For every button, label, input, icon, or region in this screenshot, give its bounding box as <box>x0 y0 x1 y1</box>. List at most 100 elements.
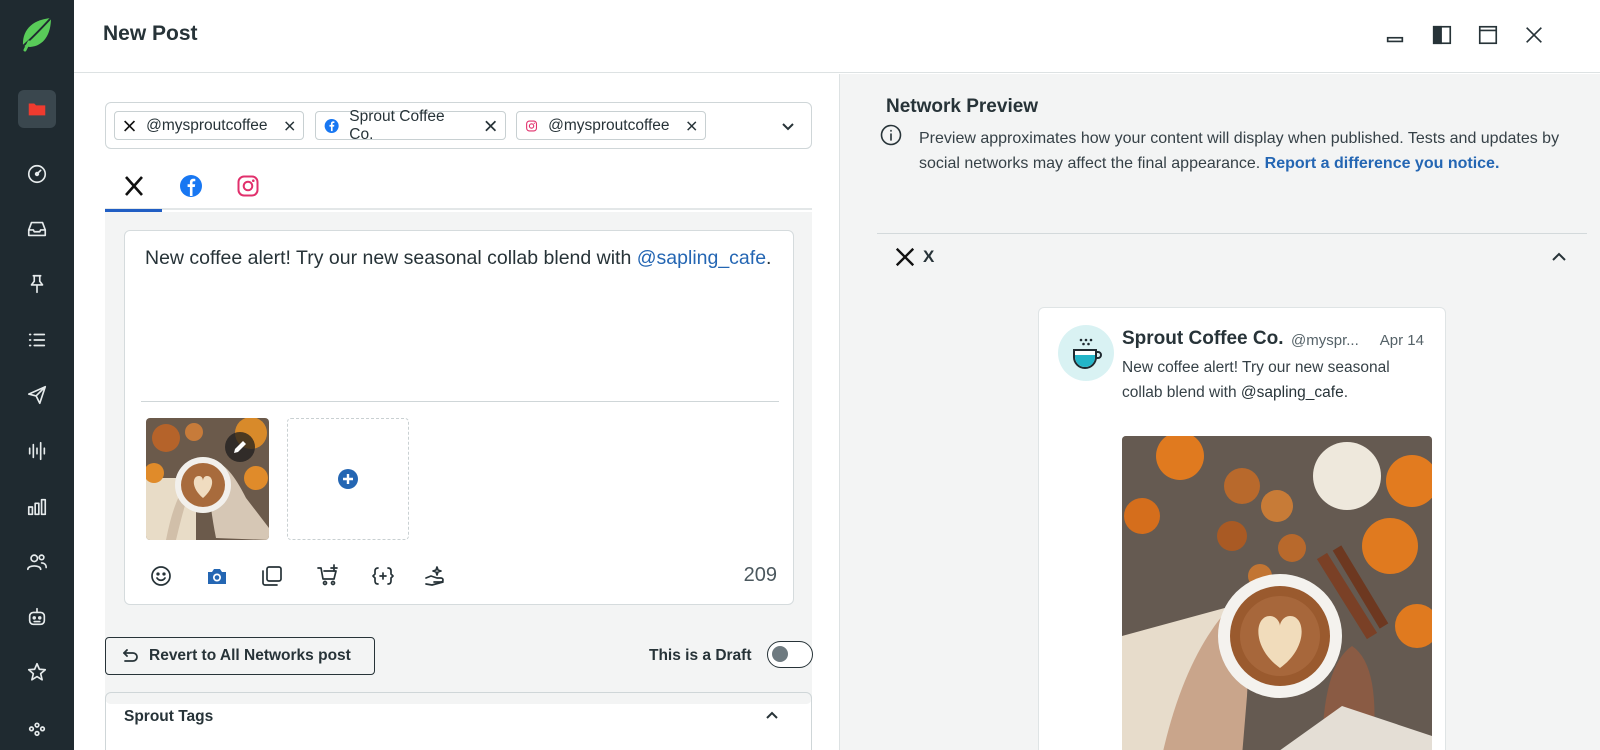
people-icon <box>27 554 47 571</box>
network-preview-pane: Network Preview Preview approximates how… <box>839 74 1600 750</box>
toggle-knob <box>772 646 788 662</box>
close-icon <box>1526 27 1542 43</box>
facebook-logo-icon <box>179 175 202 197</box>
sidebar-item-automation[interactable] <box>18 598 56 636</box>
bot-icon <box>28 607 46 626</box>
plus-circle-icon <box>338 469 358 489</box>
profile-chip-x[interactable]: @mysproutcoffee <box>114 111 304 140</box>
profile-chip-label: Sprout Coffee Co. <box>349 107 445 143</box>
profile-chip-instagram[interactable]: @mysproutcoffee <box>516 111 706 140</box>
instagram-logo-icon <box>526 120 538 131</box>
pin-icon <box>30 274 44 294</box>
post-text-end: . <box>766 247 772 269</box>
bar-chart-icon <box>27 498 47 516</box>
maximize-button[interactable] <box>1475 22 1501 48</box>
remove-icon[interactable] <box>484 119 497 133</box>
sidebar-item-reviews[interactable] <box>18 653 56 691</box>
profile-chip-label: @mysproutcoffee <box>548 116 670 134</box>
x-logo-icon <box>124 120 136 131</box>
divider <box>141 401 779 402</box>
sprout-logo[interactable] <box>20 16 54 54</box>
media-thumbnail[interactable] <box>146 418 269 540</box>
draft-label: This is a Draft <box>649 647 752 664</box>
sidebar-item-publish[interactable] <box>18 376 56 414</box>
pencil-icon <box>234 441 246 453</box>
post-text[interactable]: New coffee alert! Try our new seasonal c… <box>145 247 771 270</box>
sidebar-item-dashboard[interactable] <box>18 155 56 193</box>
preview-description: Preview approximates how your content wi… <box>919 127 1589 176</box>
add-photo-button[interactable] <box>205 564 229 588</box>
minimize-button[interactable] <box>1382 22 1408 48</box>
smiley-icon <box>151 566 171 586</box>
ai-assist-button[interactable] <box>423 564 447 588</box>
latte-photo <box>1122 436 1432 750</box>
minimize-icon <box>1386 36 1404 43</box>
chevron-up-icon[interactable] <box>1549 247 1569 267</box>
editor-container: New coffee alert! Try our new seasonal c… <box>105 212 812 704</box>
chevron-down-icon[interactable] <box>779 117 797 135</box>
network-name: X <box>923 247 935 266</box>
tweet-preview-card: Sprout Coffee Co. @myspr... Apr 14 New c… <box>1038 307 1446 750</box>
product-tag-button[interactable] <box>316 564 340 588</box>
x-logo-icon <box>124 176 143 196</box>
tweet-author-name: Sprout Coffee Co. <box>1122 328 1284 349</box>
x-preview-header[interactable]: X <box>877 233 1587 281</box>
sidebar-item-apps[interactable] <box>18 708 56 746</box>
report-difference-link[interactable]: Report a difference you notice. <box>1265 155 1500 172</box>
post-text-body: New coffee alert! Try our new seasonal c… <box>145 247 637 269</box>
emoji-button[interactable] <box>149 564 173 588</box>
hand-sparkle-icon <box>425 566 444 586</box>
chevron-up-icon[interactable] <box>763 707 781 725</box>
x-logo-icon <box>895 247 915 267</box>
remove-icon[interactable] <box>686 119 697 133</box>
sidebar-item-listening[interactable] <box>18 432 56 470</box>
revert-button[interactable]: Revert to All Networks post <box>105 637 375 675</box>
info-icon <box>880 124 902 146</box>
sprout-tags-panel[interactable]: Sprout Tags <box>105 692 812 750</box>
edit-media-button[interactable] <box>225 432 255 462</box>
tab-x[interactable] <box>105 162 162 212</box>
tab-instagram[interactable] <box>219 162 276 210</box>
add-media-button[interactable] <box>287 418 409 540</box>
tweet-text: New coffee alert! Try our new seasonal c… <box>1122 356 1422 405</box>
remove-icon[interactable] <box>284 119 295 133</box>
draft-toggle[interactable] <box>767 641 813 668</box>
tags-title: Sprout Tags <box>124 708 214 725</box>
mention-link[interactable]: @sapling_cafe <box>637 247 766 269</box>
character-count: 209 <box>743 564 777 586</box>
tweet-text-end: . <box>1343 383 1349 401</box>
dynamic-variable-button[interactable] <box>371 564 395 588</box>
media-library-button[interactable] <box>260 564 284 588</box>
tab-facebook[interactable] <box>162 162 219 210</box>
tweet-author-handle: @myspr... <box>1291 332 1359 349</box>
profile-chip-facebook[interactable]: Sprout Coffee Co. <box>315 108 506 143</box>
sidebar-item-reports[interactable] <box>18 488 56 526</box>
close-button[interactable] <box>1521 22 1547 48</box>
braces-plus-icon <box>372 567 394 585</box>
sidebar-item-inbox[interactable] <box>18 210 56 248</box>
preview-title: Network Preview <box>886 96 1039 117</box>
folder-icon <box>28 103 46 116</box>
maximize-icon <box>1478 25 1498 45</box>
cart-plus-icon <box>317 564 338 586</box>
header: New Post <box>74 0 1600 73</box>
sidebar-item-tasks[interactable] <box>18 265 56 303</box>
sidebar-item-lists[interactable] <box>18 321 56 359</box>
profile-selector[interactable]: @mysproutcoffee Sprout Coffee Co. @myspr… <box>105 102 812 149</box>
sidebar-item-publishing[interactable] <box>18 90 56 128</box>
paper-plane-icon <box>27 385 47 405</box>
instagram-logo-icon <box>237 175 258 197</box>
split-view-button[interactable] <box>1429 22 1455 48</box>
profile-chip-label: @mysproutcoffee <box>146 116 268 134</box>
inbox-icon <box>27 221 47 237</box>
facebook-logo-icon <box>324 118 339 133</box>
post-editor[interactable]: New coffee alert! Try our new seasonal c… <box>124 230 794 605</box>
sidebar-item-people[interactable] <box>18 543 56 581</box>
star-icon <box>27 662 47 681</box>
gauge-icon <box>27 164 47 184</box>
coffee-cup-icon <box>1073 338 1102 369</box>
apps-icon <box>28 722 46 737</box>
tweet-image <box>1122 436 1432 750</box>
page-title: New Post <box>103 22 198 45</box>
tweet-mention: @sapling_cafe <box>1240 383 1344 401</box>
